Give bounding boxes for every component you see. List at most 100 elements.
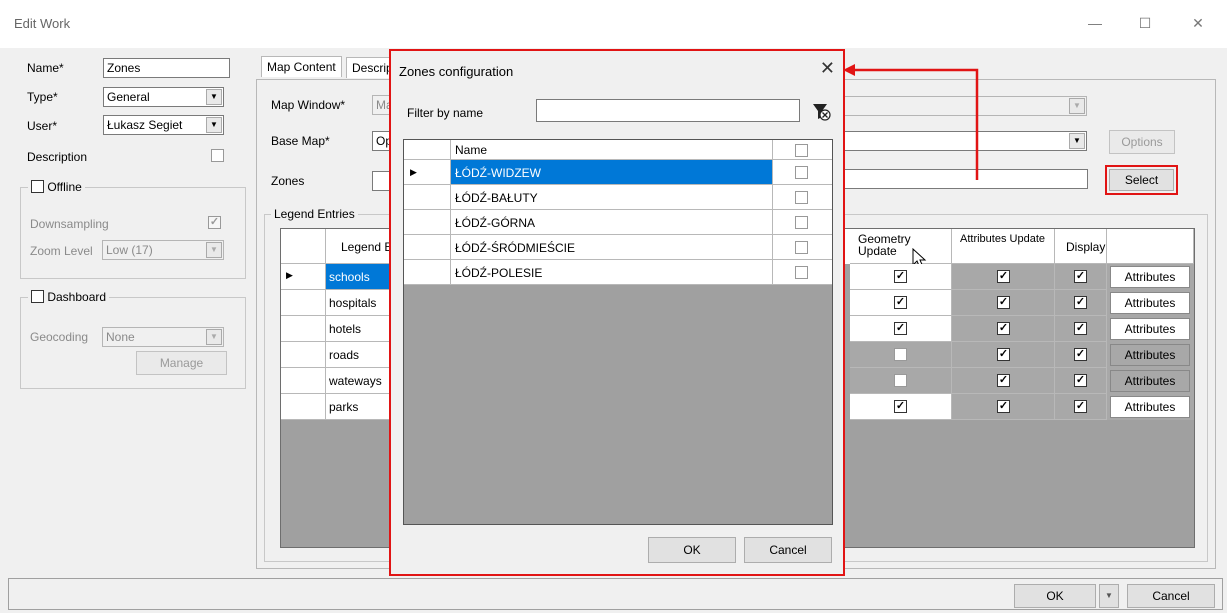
zone-checkbox[interactable] [795,266,808,279]
zone-row[interactable]: ŁÓDŹ-ŚRÓDMIEŚCIE [404,235,832,260]
legend-row-name[interactable]: roads [326,342,390,368]
zone-row-name[interactable]: ŁÓDŹ-POLESIE [451,260,773,285]
legend-row-action: Attributes [1107,290,1194,316]
attributes-button[interactable]: Attributes [1110,266,1190,288]
footer-dropdown-button[interactable]: ▼ [1099,584,1119,608]
chevron-down-icon: ▼ [1105,591,1113,600]
legend-header-name: Legend E [326,229,390,264]
zone-row[interactable]: ŁÓDŹ-BAŁUTY [404,185,832,210]
legend-row-name[interactable]: hospitals [326,290,390,316]
zone-row-name[interactable]: ŁÓDŹ-ŚRÓDMIEŚCIE [451,235,773,260]
chevron-down-icon[interactable]: ▼ [1069,133,1085,149]
name-input[interactable]: Zones [103,58,230,78]
attributes-button[interactable]: Attributes [1110,396,1190,418]
zone-row-name[interactable]: ŁÓDŹ-BAŁUTY [451,185,773,210]
display-checkbox[interactable]: ✓ [1074,322,1087,335]
dialog-ok-button[interactable]: OK [648,537,736,563]
legend-row-geometry: ✓ [850,290,952,316]
attributes-update-checkbox[interactable]: ✓ [997,400,1010,413]
footer-cancel-button[interactable]: Cancel [1127,584,1215,608]
legend-row-action: Attributes [1107,342,1194,368]
display-checkbox[interactable]: ✓ [1074,270,1087,283]
select-button[interactable]: Select [1109,169,1174,191]
attributes-update-checkbox[interactable]: ✓ [997,374,1010,387]
description-checkbox[interactable] [211,149,224,162]
chevron-down-icon[interactable]: ▼ [206,89,222,105]
zone-row-check [773,185,832,210]
chevron-down-icon: ▼ [206,329,222,345]
zone-checkbox[interactable] [795,241,808,254]
display-checkbox[interactable]: ✓ [1074,296,1087,309]
offline-group [20,187,246,279]
attributes-update-checkbox[interactable]: ✓ [997,270,1010,283]
legend-entries-label: Legend Entries [271,207,358,221]
dialog-cancel-button[interactable]: Cancel [744,537,832,563]
zoom-level-value: Low (17) [106,243,153,257]
filter-label: Filter by name [407,106,484,120]
close-window-button[interactable]: ✕ [1181,10,1215,36]
offline-group-header: Offline [28,180,85,194]
legend-row-name[interactable]: schools [326,264,390,290]
dashboard-checkbox[interactable] [31,290,44,303]
geometry-update-checkbox[interactable] [894,348,907,361]
type-label: Type* [27,90,58,104]
zoom-level-label: Zoom Level [30,244,93,258]
minimize-button[interactable]: — [1078,10,1112,36]
geometry-update-checkbox[interactable] [894,374,907,387]
legend-row-geometry [850,342,952,368]
geometry-update-checkbox[interactable]: ✓ [894,296,907,309]
legend-row-name[interactable]: parks [326,394,390,420]
legend-row-name[interactable]: hotels [326,316,390,342]
legend-row-indicator [281,290,326,316]
zone-row[interactable]: ŁÓDŹ-GÓRNA [404,210,832,235]
legend-row-display: ✓ [1055,394,1107,420]
select-all-checkbox[interactable] [795,144,808,157]
footer-ok-button[interactable]: OK [1014,584,1096,608]
display-checkbox[interactable]: ✓ [1074,374,1087,387]
downsampling-checkbox: ✓ [208,216,221,229]
attributes-update-checkbox[interactable]: ✓ [997,322,1010,335]
filter-input[interactable] [536,99,800,122]
offline-checkbox[interactable] [31,180,44,193]
zones-header-check [773,140,832,160]
legend-row-action: Attributes [1107,394,1194,420]
zones-label: Zones [271,174,305,188]
type-select[interactable]: General ▼ [103,87,224,107]
zones-grid: Name ▶ ŁÓDŹ-WIDZEW ŁÓDŹ-BAŁUTY ŁÓDŹ-GÓRN… [403,139,833,525]
attributes-button[interactable]: Attributes [1110,370,1190,392]
zone-checkbox[interactable] [795,216,808,229]
display-checkbox[interactable]: ✓ [1074,400,1087,413]
geometry-update-checkbox[interactable]: ✓ [894,400,907,413]
chevron-down-icon[interactable]: ▼ [206,117,222,133]
window-title-bar: Edit Work — ☐ ✕ [0,0,1227,48]
display-checkbox[interactable]: ✓ [1074,348,1087,361]
geometry-update-checkbox[interactable]: ✓ [894,270,907,283]
geometry-update-checkbox[interactable]: ✓ [894,322,907,335]
legend-row-attributes: ✓ [952,264,1055,290]
attributes-button[interactable]: Attributes [1110,318,1190,340]
tab-description[interactable]: Description [346,57,390,78]
description-label: Description [27,150,88,164]
annotation-arrow [843,64,979,180]
maximize-button[interactable]: ☐ [1128,10,1162,36]
tab-map-content[interactable]: Map Content [261,56,342,77]
attributes-button[interactable]: Attributes [1110,344,1190,366]
zone-row[interactable]: ŁÓDŹ-POLESIE [404,260,832,285]
legend-row-name[interactable]: wateways [326,368,390,394]
attributes-update-checkbox[interactable]: ✓ [997,348,1010,361]
zone-row-name[interactable]: ŁÓDŹ-GÓRNA [451,210,773,235]
zone-row[interactable]: ▶ ŁÓDŹ-WIDZEW [404,160,832,185]
type-value: General [107,90,150,104]
user-select[interactable]: Łukasz Segiet ▼ [103,115,224,135]
filter-clear-icon[interactable] [811,101,831,121]
zone-checkbox[interactable] [795,166,808,179]
attributes-button[interactable]: Attributes [1110,292,1190,314]
close-icon[interactable]: ✕ [820,58,835,79]
attributes-update-checkbox[interactable]: ✓ [997,296,1010,309]
zone-checkbox[interactable] [795,191,808,204]
zone-row-name[interactable]: ŁÓDŹ-WIDZEW [451,160,773,185]
legend-row-geometry [850,368,952,394]
map-window-label: Map Window* [271,98,346,112]
zone-row-check [773,260,832,285]
legend-row-display: ✓ [1055,342,1107,368]
